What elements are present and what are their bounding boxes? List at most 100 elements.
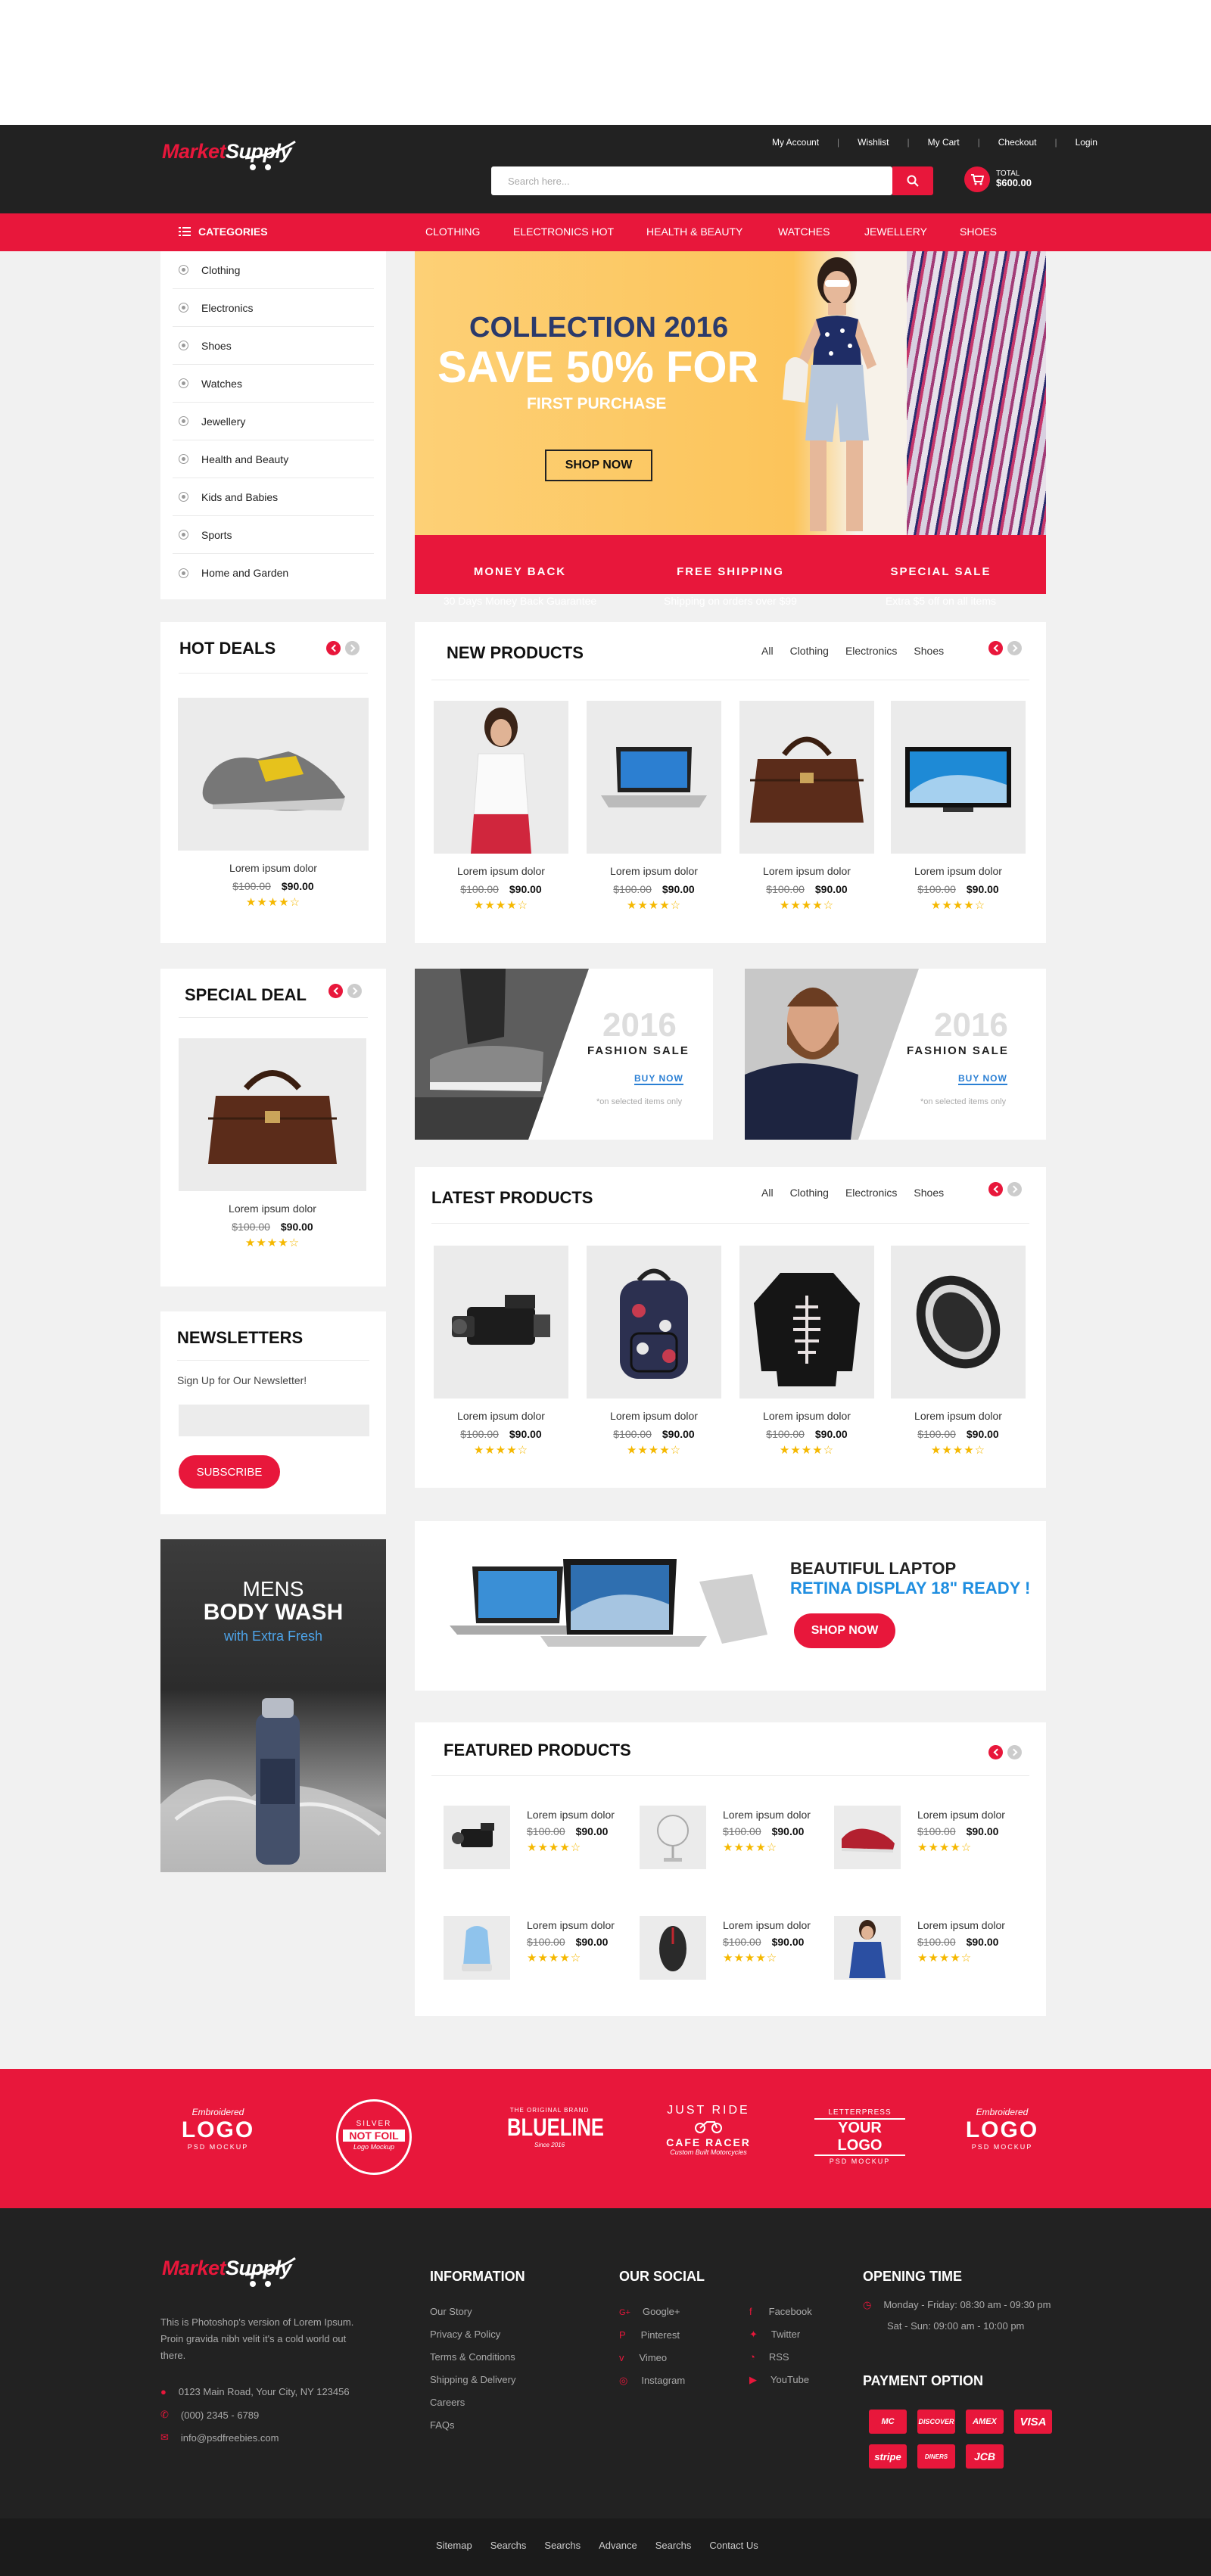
product-card[interactable]: Lorem ipsum dolor $100.00 $90.00 ★★★★☆ xyxy=(434,701,568,912)
search-button[interactable] xyxy=(892,166,933,195)
promo-shop-button[interactable]: SHOP NOW xyxy=(794,1613,895,1648)
social-pinterest[interactable]: P Pinterest xyxy=(619,2324,685,2347)
link-checkout[interactable]: Checkout xyxy=(989,137,1046,148)
filter-electronics[interactable]: Electronics xyxy=(845,1187,897,1199)
category-item[interactable]: Home and Garden xyxy=(173,554,374,592)
social-label: Instagram xyxy=(641,2375,686,2386)
prev-arrow-icon[interactable] xyxy=(326,641,341,655)
category-item[interactable]: Sports xyxy=(173,516,374,554)
fashion-sale-banner-1[interactable]: 2016 FASHION SALE BUY NOW *on selected i… xyxy=(415,969,713,1140)
brand-logo-3[interactable]: THE ORIGINAL BRAND BLUELINE Since 2016 xyxy=(497,2107,604,2148)
link-our-story[interactable]: Our Story xyxy=(430,2301,515,2323)
prev-arrow-icon[interactable] xyxy=(988,641,1003,655)
social-twitter[interactable]: ✦ Twitter xyxy=(749,2323,812,2346)
nav-watches[interactable]: WATCHES xyxy=(778,226,830,238)
social-google[interactable]: G+ Google+ xyxy=(619,2301,685,2324)
product-card[interactable]: Lorem ipsum dolor $100.00 $90.00 ★★★★☆ xyxy=(587,701,721,912)
filter-shoes[interactable]: Shoes xyxy=(914,645,944,657)
brand-logo-1[interactable]: Embroidered LOGO PSD MOCKUP xyxy=(173,2107,263,2151)
product-price: $100.00 $90.00 xyxy=(434,883,568,895)
social-facebook[interactable]: f Facebook xyxy=(749,2301,812,2323)
cart-summary[interactable]: TOTAL $600.00 xyxy=(964,166,1032,192)
search-input[interactable]: Search here... xyxy=(491,166,892,195)
prev-arrow-icon[interactable] xyxy=(988,1745,1003,1759)
newsletter-email-input[interactable] xyxy=(179,1405,369,1436)
social-instagram[interactable]: ◎ Instagram xyxy=(619,2369,685,2392)
hot-deal-product[interactable]: Lorem ipsum dolor $100.00 $90.00 ★★★★☆ xyxy=(178,698,369,909)
link-careers[interactable]: Careers xyxy=(430,2391,515,2414)
top-links: My Account | Wishlist | My Cart | Checkout |… xyxy=(763,137,1107,148)
special-deal-product[interactable]: Lorem ipsum dolor $100.00 $90.00 ★★★★☆ xyxy=(179,1038,366,1249)
footer-logo[interactable]: MarketSupply xyxy=(162,2257,296,2287)
next-arrow-icon[interactable] xyxy=(1007,1745,1022,1759)
featured-item[interactable]: Lorem ipsum dolor $100.00 $90.00 ★★★★☆ xyxy=(640,1916,811,1980)
link-terms[interactable]: Terms & Conditions xyxy=(430,2346,515,2369)
link-faqs[interactable]: FAQs xyxy=(430,2414,515,2437)
site-logo[interactable]: MarketSupply xyxy=(162,140,296,170)
link-shipping[interactable]: Shipping & Delivery xyxy=(430,2369,515,2391)
category-item[interactable]: Watches xyxy=(173,365,374,403)
link-wishlist[interactable]: Wishlist xyxy=(848,137,898,148)
link-searchs[interactable]: Searchs xyxy=(490,2540,527,2551)
featured-item[interactable]: Lorem ipsum dolor $100.00 $90.00 ★★★★☆ xyxy=(640,1806,811,1869)
featured-item[interactable]: Lorem ipsum dolor $100.00 $90.00 ★★★★☆ xyxy=(444,1806,615,1869)
category-item[interactable]: Health and Beauty xyxy=(173,440,374,478)
category-item[interactable]: Kids and Babies xyxy=(173,478,374,516)
product-card[interactable]: Lorem ipsum dolor $100.00 $90.00 ★★★★☆ xyxy=(739,701,874,912)
subscribe-button[interactable]: SUBSCRIBE xyxy=(179,1455,280,1489)
buy-now-link[interactable]: BUY NOW xyxy=(958,1073,1007,1085)
filter-clothing[interactable]: Clothing xyxy=(790,645,829,657)
brand-logo-5[interactable]: LETTERPRESS YOUR LOGO PSD MOCKUP xyxy=(814,2108,905,2165)
brand-logo-2[interactable]: SILVER NOT FOIL Logo Mockup xyxy=(336,2099,412,2175)
nav-electronics[interactable]: ELECTRONICS HOT xyxy=(513,226,614,238)
social-rss[interactable]: ◔ RSS xyxy=(749,2346,812,2369)
nav-health-beauty[interactable]: HEALTH & BEAUTY xyxy=(646,226,742,238)
categories-toggle[interactable]: CATEGORIES xyxy=(179,226,268,238)
product-card[interactable]: Lorem ipsum dolor $100.00 $90.00 ★★★★☆ xyxy=(434,1246,568,1457)
filter-clothing[interactable]: Clothing xyxy=(790,1187,829,1199)
nav-clothing[interactable]: CLOTHING xyxy=(425,226,480,238)
next-arrow-icon[interactable] xyxy=(345,641,360,655)
filter-all[interactable]: All xyxy=(761,645,774,657)
link-advance[interactable]: Advance xyxy=(599,2540,637,2551)
nav-shoes[interactable]: SHOES xyxy=(960,226,997,238)
featured-item[interactable]: Lorem ipsum dolor $100.00 $90.00 ★★★★☆ xyxy=(444,1916,615,1980)
category-item[interactable]: Clothing xyxy=(173,251,374,289)
nav-jewellery[interactable]: JEWELLERY xyxy=(864,226,927,238)
category-item[interactable]: Jewellery xyxy=(173,403,374,440)
category-item[interactable]: Electronics xyxy=(173,289,374,327)
social-youtube[interactable]: ▶ YouTube xyxy=(749,2369,812,2391)
footer-email[interactable]: ✉ info@psdfreebies.com xyxy=(160,2431,279,2444)
filter-electronics[interactable]: Electronics xyxy=(845,645,897,657)
next-arrow-icon[interactable] xyxy=(1007,1182,1022,1196)
link-login[interactable]: Login xyxy=(1066,137,1107,148)
fashion-sale-banner-2[interactable]: 2016 FASHION SALE BUY NOW *on selected i… xyxy=(745,969,1046,1140)
product-card[interactable]: Lorem ipsum dolor $100.00 $90.00 ★★★★☆ xyxy=(891,701,1026,912)
product-card[interactable]: Lorem ipsum dolor $100.00 $90.00 ★★★★☆ xyxy=(587,1246,721,1457)
prev-arrow-icon[interactable] xyxy=(328,984,343,998)
link-my-account[interactable]: My Account xyxy=(763,137,828,148)
filter-all[interactable]: All xyxy=(761,1187,774,1199)
link-sitemap[interactable]: Sitemap xyxy=(436,2540,472,2551)
category-item[interactable]: Shoes xyxy=(173,327,374,365)
filter-shoes[interactable]: Shoes xyxy=(914,1187,944,1199)
featured-item[interactable]: Lorem ipsum dolor $100.00 $90.00 ★★★★☆ xyxy=(834,1806,1005,1869)
brand-logo-4[interactable]: JUST RIDE CAFE RACER Custom Built Motorc… xyxy=(655,2104,761,2156)
banner-shop-button[interactable]: SHOP NOW xyxy=(545,450,652,481)
link-searchs[interactable]: Searchs xyxy=(655,2540,692,2551)
brand-logo-6[interactable]: Embroidered LOGO PSD MOCKUP xyxy=(957,2107,1048,2151)
next-arrow-icon[interactable] xyxy=(347,984,362,998)
link-contact-us[interactable]: Contact Us xyxy=(709,2540,758,2551)
buy-now-link[interactable]: BUY NOW xyxy=(634,1073,683,1085)
prev-arrow-icon[interactable] xyxy=(988,1182,1003,1196)
featured-item[interactable]: Lorem ipsum dolor $100.00 $90.00 ★★★★☆ xyxy=(834,1916,1005,1980)
link-my-cart[interactable]: My Cart xyxy=(919,137,969,148)
laptop-promo[interactable]: BEAUTIFUL LAPTOP RETINA DISPLAY 18" READ… xyxy=(415,1521,1046,1691)
product-card[interactable]: Lorem ipsum dolor $100.00 $90.00 ★★★★☆ xyxy=(739,1246,874,1457)
product-card[interactable]: Lorem ipsum dolor $100.00 $90.00 ★★★★☆ xyxy=(891,1246,1026,1457)
social-vimeo[interactable]: v Vimeo xyxy=(619,2347,685,2369)
next-arrow-icon[interactable] xyxy=(1007,641,1022,655)
bodywash-ad[interactable]: MENS BODY WASH with Extra Fresh xyxy=(160,1539,386,1872)
link-privacy[interactable]: Privacy & Policy xyxy=(430,2323,515,2346)
link-searchs[interactable]: Searchs xyxy=(544,2540,581,2551)
